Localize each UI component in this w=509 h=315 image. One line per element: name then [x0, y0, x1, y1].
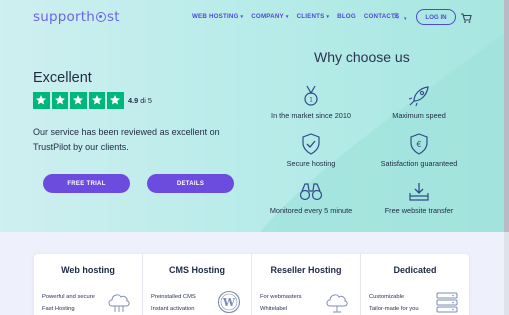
cart-icon[interactable] — [460, 11, 472, 23]
wordpress-icon: W — [217, 290, 241, 314]
review-text: Our service has been reviewed as excelle… — [33, 127, 220, 152]
rating-word: Excellent — [33, 70, 92, 86]
card-feature: Preinstalled CMS — [151, 294, 196, 300]
nav-item-web-hosting[interactable]: WEB HOSTING ▾ — [192, 13, 243, 20]
card-feature: Customizable — [369, 294, 405, 300]
rating-score: 4.9 di 5 — [128, 96, 152, 105]
star-icon — [107, 92, 124, 109]
rating-suffix: di 5 — [140, 96, 152, 105]
card-web-hosting[interactable]: Web hosting Powerful and secure Fast Hos… — [34, 254, 143, 315]
logo-text-start: supporth — [33, 9, 95, 25]
rocket-icon — [408, 86, 429, 107]
scrollbar[interactable] — [504, 0, 509, 315]
shield-check-icon — [302, 133, 320, 155]
card-feature: Instant activation — [151, 306, 195, 312]
feature-label: Secure hosting — [286, 159, 336, 168]
scrollbar-thumb[interactable] — [504, 0, 509, 232]
card-title: Web hosting — [61, 265, 115, 275]
chevron-down-icon: ▾ — [403, 16, 407, 22]
card-feature: Powerful and secure — [42, 294, 95, 300]
feature-max-speed: Maximum speed — [364, 85, 474, 120]
card-cms-hosting[interactable]: CMS Hosting Preinstalled CMS Instant act… — [143, 254, 252, 315]
card-feature: Whitelabel — [260, 306, 288, 312]
feature-label: Free website transfer — [384, 206, 454, 215]
card-reseller-hosting[interactable]: Reseller Hosting For webmasters Whitelab… — [252, 254, 361, 315]
chevron-down-icon: ▾ — [326, 14, 330, 20]
svg-text:€: € — [416, 140, 421, 149]
medal-icon: 1 — [304, 85, 318, 106]
language-selector[interactable]: 文 ▾ — [393, 12, 406, 22]
product-cards: Web hosting Powerful and secure Fast Hos… — [34, 254, 469, 315]
feature-in-market: 1 In the market since 2010 — [256, 85, 366, 120]
card-feature: For webmasters — [260, 294, 302, 300]
chevron-down-icon: ▾ — [285, 14, 289, 20]
translate-icon: 文 — [393, 12, 404, 22]
feature-label: Maximum speed — [392, 111, 446, 120]
nav-item-company[interactable]: COMPANY ▾ — [251, 13, 288, 20]
free-trial-button[interactable]: FREE TRIAL — [43, 174, 130, 193]
card-feature: Fast Hosting — [42, 306, 75, 312]
card-title: Dedicated — [393, 265, 437, 275]
logo-text-end: st — [107, 9, 120, 25]
feature-free-transfer: Free website transfer — [364, 182, 474, 215]
feature-monitored: Monitored every 5 minute — [256, 182, 366, 215]
card-title: Reseller Hosting — [270, 265, 342, 275]
cloud-icon — [326, 294, 348, 313]
nav-item-blog[interactable]: BLOG — [337, 13, 356, 20]
main-nav: WEB HOSTING ▾ COMPANY ▾ CLIENTS ▾ BLOG CONT… — [192, 13, 399, 20]
card-dedicated[interactable]: Dedicated Customizable Tailor-made for y… — [361, 254, 469, 315]
star-icon — [70, 92, 87, 109]
details-button[interactable]: DETAILS — [147, 174, 234, 193]
login-button[interactable]: LOG IN — [416, 9, 456, 25]
trustpilot-stars — [33, 92, 124, 109]
logo[interactable]: supporth st — [33, 9, 120, 25]
feature-label: In the market since 2010 — [271, 111, 351, 120]
why-choose-us-title: Why choose us — [314, 49, 410, 65]
card-title: CMS Hosting — [169, 265, 225, 275]
star-icon — [88, 92, 105, 109]
download-tray-icon — [409, 183, 429, 201]
feature-satisfaction: € Satisfaction guaranteed — [364, 133, 474, 168]
svg-text:W: W — [222, 296, 236, 309]
feature-label: Monitored every 5 minute — [269, 206, 353, 215]
server-icon — [436, 292, 458, 313]
card-feature: Tailor-made for you — [369, 306, 419, 312]
cloud-icon — [108, 294, 130, 312]
rating-value: 4.9 — [128, 96, 139, 105]
binoculars-icon — [299, 183, 323, 201]
star-icon — [51, 92, 68, 109]
feature-secure-hosting: Secure hosting — [256, 133, 366, 168]
nav-item-clients[interactable]: CLIENTS ▾ — [297, 13, 330, 20]
euro-shield-icon: € — [410, 133, 428, 155]
logo-o-icon — [96, 12, 106, 22]
feature-label: Satisfaction guaranteed — [380, 159, 458, 168]
chevron-down-icon: ▾ — [240, 14, 244, 20]
svg-text:1: 1 — [309, 97, 313, 104]
svg-text:文: 文 — [393, 12, 399, 20]
star-icon — [33, 92, 50, 109]
